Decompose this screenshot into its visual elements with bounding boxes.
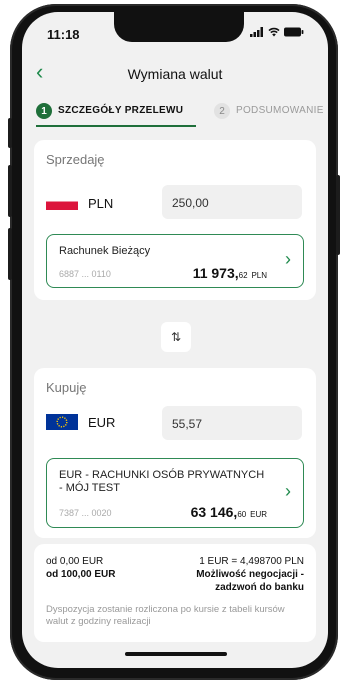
step-1-label: SZCZEGÓŁY PRZELEWU xyxy=(58,105,184,116)
buy-account-name-line1: EUR - RACHUNKI OSÓB PRYWATNYCH xyxy=(59,469,265,481)
rate-threshold-1: od 0,00 EUR xyxy=(46,556,104,567)
rate-threshold-2: od 100,00 EUR xyxy=(46,569,116,580)
eu-flag-icon xyxy=(46,414,78,430)
buy-account-balance: 63 146,60 EUR xyxy=(190,504,267,520)
header: ‹ Wymiana walut xyxy=(22,56,328,90)
volume-up-button xyxy=(8,165,12,217)
buy-card: Kupuję EUR 55,57 EUR - RACHUNKI OSÓB PRY… xyxy=(34,368,316,538)
page-title: Wymiana walut xyxy=(127,66,223,82)
buy-amount-input[interactable]: 55,57 xyxy=(162,406,302,440)
sell-card: Sprzedaję PLN 250,00 Rachunek Bieżący 68… xyxy=(34,140,316,300)
sell-account-balance: 11 973,62 PLN xyxy=(192,265,267,281)
sell-account-selector[interactable]: Rachunek Bieżący 6887 ... 0110 11 973,62… xyxy=(46,234,304,288)
poland-flag-icon xyxy=(46,196,78,210)
chevron-right-icon: › xyxy=(285,249,291,269)
settlement-note: Dyspozycja zostanie rozliczona po kursie… xyxy=(46,604,285,627)
buy-account-selector[interactable]: EUR - RACHUNKI OSÓB PRYWATNYCH - MÓJ TES… xyxy=(46,458,304,528)
buy-account-name-line2: - MÓJ TEST xyxy=(59,482,120,494)
step-2-number: 2 xyxy=(214,103,230,119)
status-icons xyxy=(250,27,304,37)
step-1-number: 1 xyxy=(36,103,52,119)
home-indicator[interactable] xyxy=(125,652,227,656)
volume-down-button xyxy=(8,228,12,280)
buy-amount-value: 55,57 xyxy=(172,417,203,431)
battery-icon xyxy=(284,27,304,37)
sell-amount-value: 250,00 xyxy=(172,196,209,210)
screen: 11:18 ‹ Wymiana walut 1 SZCZEGÓŁY PRZELE… xyxy=(22,12,328,668)
chevron-right-icon: › xyxy=(285,481,291,501)
notch xyxy=(114,12,244,42)
power-button xyxy=(336,175,340,255)
silent-switch xyxy=(8,118,12,148)
signal-icon xyxy=(250,27,263,37)
swap-currencies-button[interactable]: ⇅ xyxy=(161,322,191,352)
rate-info-card: od 0,00 EUR od 100,00 EUR 1 EUR = 4,4987… xyxy=(34,544,316,642)
sell-currency[interactable]: PLN xyxy=(88,196,113,211)
sell-account-number: 6887 ... 0110 xyxy=(59,269,111,279)
negotiation-line-2: zadzwoń do banku xyxy=(215,582,304,593)
active-step-indicator xyxy=(36,125,196,127)
wifi-icon xyxy=(268,27,280,37)
negotiation-line-1: Możliwość negocjacji - xyxy=(196,569,304,580)
step-2-label: PODSUMOWANIE xyxy=(236,105,324,116)
buy-currency[interactable]: EUR xyxy=(88,415,115,430)
swap-icon: ⇅ xyxy=(170,330,182,344)
buy-label: Kupuję xyxy=(46,380,87,395)
buy-account-number: 7387 ... 0020 xyxy=(59,508,112,518)
status-time: 11:18 xyxy=(47,27,80,42)
sell-amount-input[interactable]: 250,00 xyxy=(162,185,302,219)
stepper: 1 SZCZEGÓŁY PRZELEWU 2 PODSUMOWANIE xyxy=(22,98,328,127)
sell-label: Sprzedaję xyxy=(46,152,105,167)
sell-account-name: Rachunek Bieżący xyxy=(59,245,151,257)
exchange-rate: 1 EUR = 4,498700 PLN xyxy=(199,556,304,567)
